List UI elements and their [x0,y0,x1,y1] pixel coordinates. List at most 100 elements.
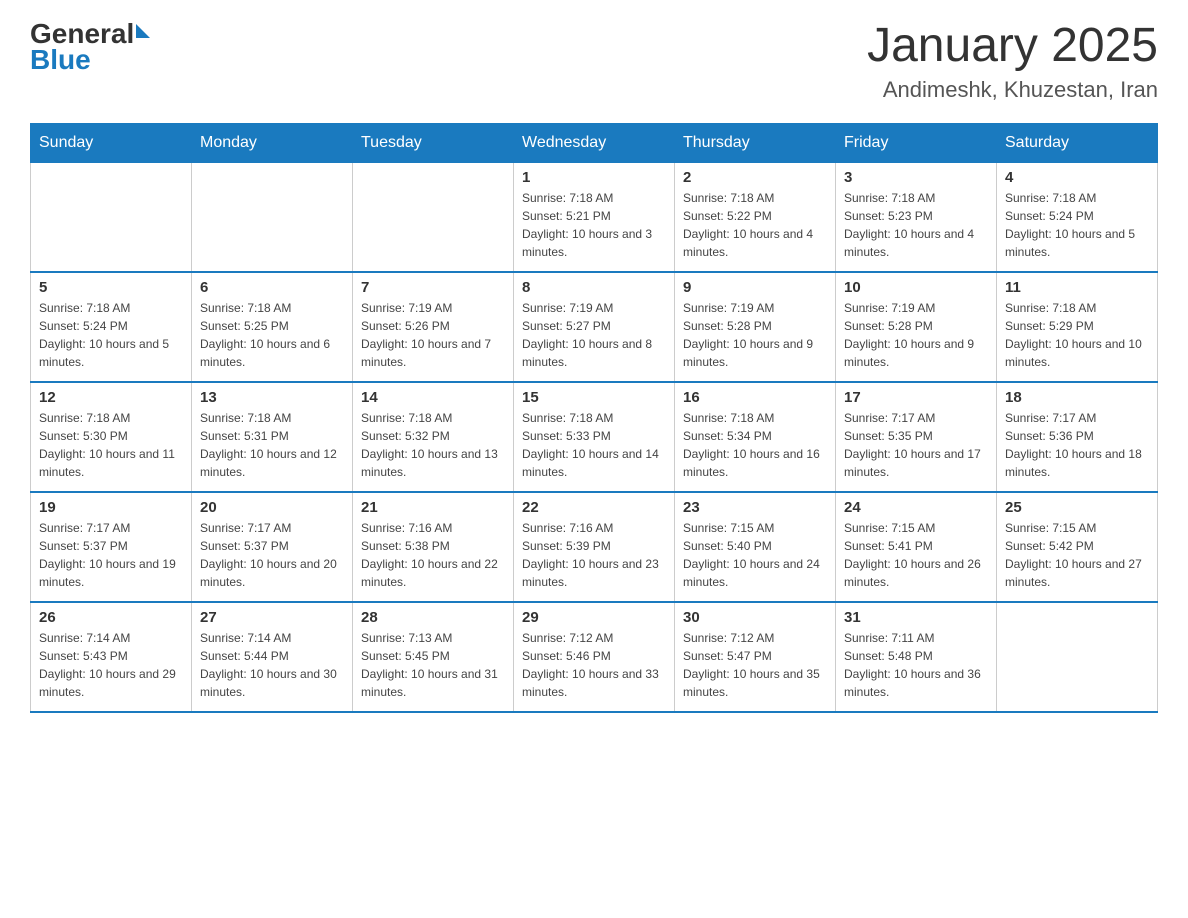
header-row: SundayMondayTuesdayWednesdayThursdayFrid… [31,123,1158,162]
day-number: 12 [39,389,183,406]
calendar-table: SundayMondayTuesdayWednesdayThursdayFrid… [30,123,1158,714]
day-info: Sunrise: 7:16 AM Sunset: 5:38 PM Dayligh… [361,519,505,591]
day-info: Sunrise: 7:19 AM Sunset: 5:27 PM Dayligh… [522,299,666,371]
day-info: Sunrise: 7:18 AM Sunset: 5:22 PM Dayligh… [683,189,827,261]
day-cell: 1 Sunrise: 7:18 AM Sunset: 5:21 PM Daylig… [514,162,675,272]
day-cell: 12 Sunrise: 7:18 AM Sunset: 5:30 PM Dayli… [31,382,192,492]
day-info: Sunrise: 7:17 AM Sunset: 5:36 PM Dayligh… [1005,409,1149,481]
day-info: Sunrise: 7:15 AM Sunset: 5:42 PM Dayligh… [1005,519,1149,591]
logo-blue-text: Blue [30,44,91,75]
calendar-subtitle: Andimeshk, Khuzestan, Iran [867,77,1158,103]
header-thursday: Thursday [675,123,836,162]
header-friday: Friday [836,123,997,162]
day-cell: 3 Sunrise: 7:18 AM Sunset: 5:23 PM Daylig… [836,162,997,272]
day-cell [192,162,353,272]
day-cell: 26 Sunrise: 7:14 AM Sunset: 5:43 PM Dayli… [31,602,192,712]
day-cell: 20Sunrise: 7:17 AM Sunset: 5:37 PM Dayli… [192,492,353,602]
title-area: January 2025 Andimeshk, Khuzestan, Iran [867,20,1158,103]
day-info: Sunrise: 7:12 AM Sunset: 5:46 PM Dayligh… [522,629,666,701]
calendar-body: 1 Sunrise: 7:18 AM Sunset: 5:21 PM Daylig… [31,162,1158,712]
day-info: Sunrise: 7:18 AM Sunset: 5:23 PM Dayligh… [844,189,988,261]
day-cell: 22 Sunrise: 7:16 AM Sunset: 5:39 PM Dayli… [514,492,675,602]
day-cell: 13Sunrise: 7:18 AM Sunset: 5:31 PM Dayli… [192,382,353,492]
day-cell: 16 Sunrise: 7:18 AM Sunset: 5:34 PM Dayli… [675,382,836,492]
day-info: Sunrise: 7:18 AM Sunset: 5:34 PM Dayligh… [683,409,827,481]
day-number: 30 [683,609,827,626]
day-number: 8 [522,279,666,296]
calendar-header: SundayMondayTuesdayWednesdayThursdayFrid… [31,123,1158,162]
day-number: 11 [1005,279,1149,296]
day-number: 29 [522,609,666,626]
day-cell: 15 Sunrise: 7:18 AM Sunset: 5:33 PM Dayli… [514,382,675,492]
day-cell: 6Sunrise: 7:18 AM Sunset: 5:25 PM Daylig… [192,272,353,382]
header-tuesday: Tuesday [353,123,514,162]
day-info: Sunrise: 7:11 AM Sunset: 5:48 PM Dayligh… [844,629,988,701]
day-info: Sunrise: 7:15 AM Sunset: 5:41 PM Dayligh… [844,519,988,591]
day-number: 19 [39,499,183,516]
day-number: 17 [844,389,988,406]
day-cell: 19 Sunrise: 7:17 AM Sunset: 5:37 PM Dayli… [31,492,192,602]
day-cell: 11 Sunrise: 7:18 AM Sunset: 5:29 PM Dayli… [997,272,1158,382]
day-info: Sunrise: 7:17 AM Sunset: 5:37 PM Dayligh… [39,519,183,591]
day-number: 15 [522,389,666,406]
day-number: 7 [361,279,505,296]
day-number: 9 [683,279,827,296]
day-number: 3 [844,169,988,186]
day-cell: 5 Sunrise: 7:18 AM Sunset: 5:24 PM Daylig… [31,272,192,382]
day-number: 5 [39,279,183,296]
day-number: 20 [200,499,344,516]
header-saturday: Saturday [997,123,1158,162]
day-cell: 9Sunrise: 7:19 AM Sunset: 5:28 PM Daylig… [675,272,836,382]
day-cell: 24Sunrise: 7:15 AM Sunset: 5:41 PM Dayli… [836,492,997,602]
day-number: 26 [39,609,183,626]
day-cell: 31 Sunrise: 7:11 AM Sunset: 5:48 PM Dayli… [836,602,997,712]
header-sunday: Sunday [31,123,192,162]
header-wednesday: Wednesday [514,123,675,162]
day-number: 23 [683,499,827,516]
day-info: Sunrise: 7:18 AM Sunset: 5:24 PM Dayligh… [39,299,183,371]
day-cell: 4 Sunrise: 7:18 AM Sunset: 5:24 PM Daylig… [997,162,1158,272]
calendar-title: January 2025 [867,20,1158,73]
day-number: 16 [683,389,827,406]
day-number: 22 [522,499,666,516]
day-number: 10 [844,279,988,296]
day-info: Sunrise: 7:18 AM Sunset: 5:29 PM Dayligh… [1005,299,1149,371]
week-row-1: 5 Sunrise: 7:18 AM Sunset: 5:24 PM Daylig… [31,272,1158,382]
day-info: Sunrise: 7:12 AM Sunset: 5:47 PM Dayligh… [683,629,827,701]
day-info: Sunrise: 7:14 AM Sunset: 5:44 PM Dayligh… [200,629,344,701]
day-info: Sunrise: 7:18 AM Sunset: 5:33 PM Dayligh… [522,409,666,481]
week-row-2: 12 Sunrise: 7:18 AM Sunset: 5:30 PM Dayli… [31,382,1158,492]
day-number: 28 [361,609,505,626]
day-number: 4 [1005,169,1149,186]
week-row-4: 26 Sunrise: 7:14 AM Sunset: 5:43 PM Dayli… [31,602,1158,712]
day-cell: 18Sunrise: 7:17 AM Sunset: 5:36 PM Dayli… [997,382,1158,492]
day-cell: 8 Sunrise: 7:19 AM Sunset: 5:27 PM Daylig… [514,272,675,382]
day-cell: 14Sunrise: 7:18 AM Sunset: 5:32 PM Dayli… [353,382,514,492]
logo-triangle-icon [136,24,150,38]
day-cell: 7 Sunrise: 7:19 AM Sunset: 5:26 PM Daylig… [353,272,514,382]
day-number: 1 [522,169,666,186]
day-info: Sunrise: 7:19 AM Sunset: 5:26 PM Dayligh… [361,299,505,371]
day-info: Sunrise: 7:18 AM Sunset: 5:31 PM Dayligh… [200,409,344,481]
day-cell: 21Sunrise: 7:16 AM Sunset: 5:38 PM Dayli… [353,492,514,602]
day-info: Sunrise: 7:18 AM Sunset: 5:32 PM Dayligh… [361,409,505,481]
day-info: Sunrise: 7:14 AM Sunset: 5:43 PM Dayligh… [39,629,183,701]
header: General Blue January 2025 Andimeshk, Khu… [30,20,1158,103]
day-number: 2 [683,169,827,186]
day-cell [353,162,514,272]
header-monday: Monday [192,123,353,162]
day-number: 6 [200,279,344,296]
day-cell: 25 Sunrise: 7:15 AM Sunset: 5:42 PM Dayli… [997,492,1158,602]
day-info: Sunrise: 7:15 AM Sunset: 5:40 PM Dayligh… [683,519,827,591]
day-info: Sunrise: 7:16 AM Sunset: 5:39 PM Dayligh… [522,519,666,591]
day-cell: 27Sunrise: 7:14 AM Sunset: 5:44 PM Dayli… [192,602,353,712]
week-row-0: 1 Sunrise: 7:18 AM Sunset: 5:21 PM Daylig… [31,162,1158,272]
day-number: 31 [844,609,988,626]
day-cell: 28Sunrise: 7:13 AM Sunset: 5:45 PM Dayli… [353,602,514,712]
day-cell: 17Sunrise: 7:17 AM Sunset: 5:35 PM Dayli… [836,382,997,492]
day-info: Sunrise: 7:18 AM Sunset: 5:30 PM Dayligh… [39,409,183,481]
day-info: Sunrise: 7:19 AM Sunset: 5:28 PM Dayligh… [844,299,988,371]
day-info: Sunrise: 7:18 AM Sunset: 5:24 PM Dayligh… [1005,189,1149,261]
day-number: 25 [1005,499,1149,516]
day-info: Sunrise: 7:18 AM Sunset: 5:21 PM Dayligh… [522,189,666,261]
